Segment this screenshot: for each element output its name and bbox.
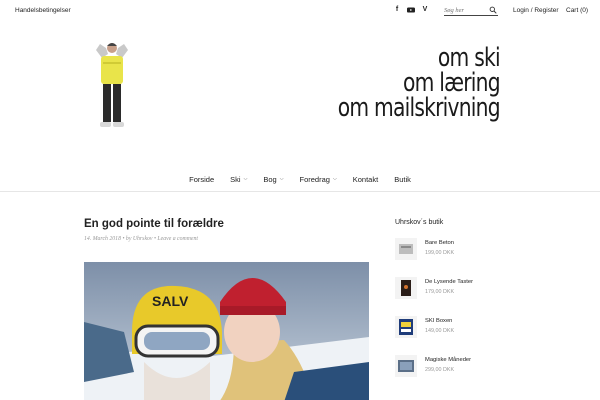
- nav-item-bog[interactable]: Bog ⌵: [255, 168, 291, 190]
- product-thumbnail[interactable]: [395, 355, 417, 377]
- cart-link[interactable]: Cart (0): [566, 7, 588, 14]
- top-bar: Handelsbetingelser f V Login / Register …: [0, 0, 600, 22]
- nav-divider: [0, 191, 600, 192]
- post-author[interactable]: by Uhrskov: [126, 236, 153, 242]
- nav-item-butik[interactable]: Butik: [386, 168, 419, 190]
- product-price: 149,00 DKK: [425, 328, 455, 334]
- login-register-link[interactable]: Login / Register: [513, 7, 559, 14]
- search-input[interactable]: [444, 5, 488, 15]
- nav-item-kontakt[interactable]: Kontakt: [345, 168, 386, 190]
- post-date[interactable]: 14. March 2018: [84, 236, 121, 242]
- product-name[interactable]: Magiske Måneder: [425, 357, 471, 363]
- product-thumbnail[interactable]: [395, 316, 417, 338]
- tagline-line: om mailskrivning: [337, 93, 501, 123]
- post-title[interactable]: En god pointe til forældre: [84, 218, 224, 230]
- product-item[interactable]: De Lysende Taster 179,00 DKK: [395, 277, 575, 307]
- facebook-icon[interactable]: f: [393, 6, 401, 14]
- search-icon[interactable]: [489, 6, 497, 14]
- product-thumbnail[interactable]: [395, 277, 417, 299]
- meta-separator: •: [153, 236, 156, 242]
- header-person-image[interactable]: [86, 40, 166, 136]
- social-icons: f V: [393, 6, 429, 14]
- vimeo-icon[interactable]: V: [421, 6, 429, 14]
- post-meta: 14. March 2018 • by Uhrskov • Leave a co…: [84, 236, 198, 242]
- helmet-text: SALV: [152, 293, 189, 309]
- product-name[interactable]: Bare Beton: [425, 240, 454, 246]
- chevron-down-icon: ⌵: [332, 176, 337, 182]
- product-item[interactable]: Magiske Måneder 299,00 DKK: [395, 355, 575, 385]
- product-name[interactable]: SKI Boxen: [425, 318, 452, 324]
- product-thumbnail[interactable]: [395, 238, 417, 260]
- chevron-down-icon: ⌵: [243, 176, 248, 182]
- nav-item-foredrag[interactable]: Foredrag ⌵: [292, 168, 345, 190]
- nav-item-label: Butik: [394, 174, 411, 184]
- nav-item-forside[interactable]: Forside: [181, 168, 222, 190]
- main-nav: Forside Ski ⌵ Bog ⌵ Foredrag ⌵ Kontakt Buti…: [0, 168, 600, 190]
- shop-widget-title: Uhrskov´s butik: [395, 219, 444, 226]
- meta-separator: •: [122, 236, 125, 242]
- product-item[interactable]: SKI Boxen 149,00 DKK: [395, 316, 575, 346]
- nav-item-label: Forside: [189, 174, 215, 184]
- terms-link[interactable]: Handelsbetingelser: [15, 7, 71, 14]
- nav-item-ski[interactable]: Ski ⌵: [222, 168, 255, 190]
- nav-item-label: Foredrag: [299, 174, 330, 184]
- nav-item-label: Kontakt: [352, 174, 379, 184]
- product-price: 299,00 DKK: [425, 367, 455, 373]
- post-featured-image[interactable]: SALV: [84, 262, 369, 400]
- search-box: [444, 5, 498, 16]
- product-name[interactable]: De Lysende Taster: [425, 279, 473, 285]
- nav-item-label: Bog: [263, 174, 277, 184]
- comment-link[interactable]: Leave a comment: [157, 236, 198, 242]
- site-tagline: om ski om læring om mailskrivning: [337, 45, 501, 123]
- chevron-down-icon: ⌵: [279, 176, 284, 182]
- nav-item-label: Ski: [230, 174, 241, 184]
- product-price: 179,00 DKK: [425, 289, 455, 295]
- product-price: 199,00 DKK: [425, 250, 455, 256]
- youtube-icon[interactable]: [407, 6, 415, 14]
- product-item[interactable]: Bare Beton 199,00 DKK: [395, 238, 575, 268]
